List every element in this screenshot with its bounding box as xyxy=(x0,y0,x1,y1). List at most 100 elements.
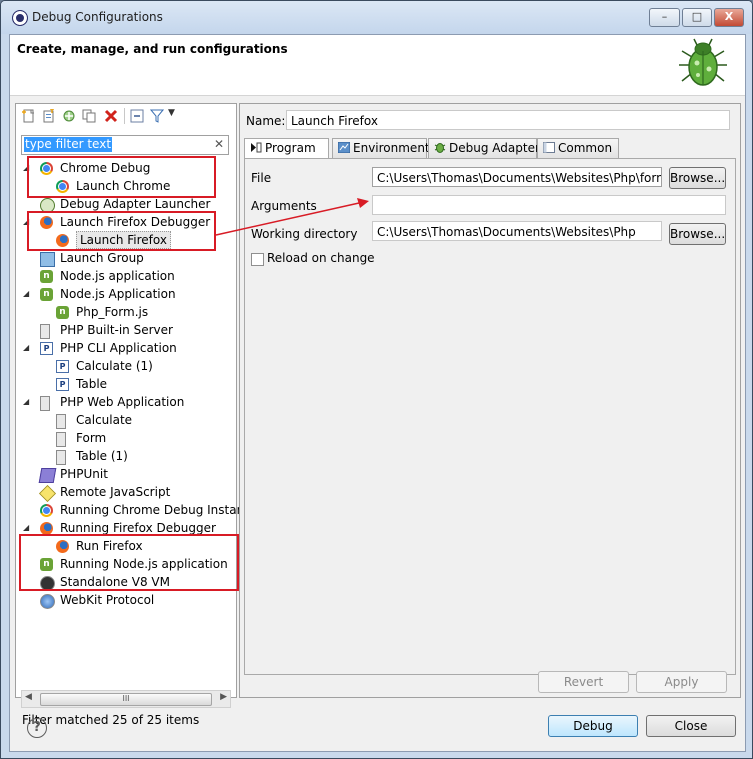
header-title: Create, manage, and run configurations xyxy=(17,42,288,56)
expand-toggle-icon[interactable]: ◢ xyxy=(23,285,31,303)
tree-item[interactable]: Calculate xyxy=(16,411,236,429)
window-title: Debug Configurations xyxy=(32,10,163,24)
tree-item-label: Calculate (1) xyxy=(76,359,153,373)
tree-item-label: PHPUnit xyxy=(60,467,108,481)
scroll-left-icon[interactable]: ◀ xyxy=(25,692,32,702)
tab-label: Common xyxy=(558,141,613,155)
scroll-right-icon[interactable]: ▶ xyxy=(220,692,227,702)
chrome-icon xyxy=(40,504,53,517)
tab-environment[interactable]: Environment xyxy=(332,138,430,158)
tree-item[interactable]: ◢ P PHP CLI Application xyxy=(16,339,236,357)
expand-toggle-icon[interactable]: ◢ xyxy=(23,393,31,411)
phpunit-icon xyxy=(38,468,57,483)
tree-item[interactable]: Running Chrome Debug Instanc xyxy=(16,501,251,519)
tree-item[interactable]: Form xyxy=(16,429,236,447)
file-field[interactable]: C:\Users\Thomas\Documents\Websites\Php\f… xyxy=(372,167,662,187)
new-configuration-icon[interactable] xyxy=(22,109,36,123)
working-directory-label: Working directory xyxy=(251,227,358,241)
tree-item[interactable]: n Php_Form.js xyxy=(16,303,236,321)
file-label: File xyxy=(251,171,272,185)
tree-item[interactable]: P Calculate (1) xyxy=(16,357,236,375)
horizontal-scrollbar[interactable]: ◀ III ▶ xyxy=(21,690,231,708)
expand-toggle-icon[interactable]: ◢ xyxy=(23,339,31,357)
export-icon[interactable] xyxy=(62,109,76,123)
filter-icon[interactable] xyxy=(150,109,164,123)
configuration-tree-panel: ▼ type filter text ✕ ◢ Chrome Debug Launch… xyxy=(15,103,251,727)
tree-item[interactable]: n Node.js application xyxy=(16,267,236,285)
browse-file-button[interactable]: Browse... xyxy=(669,167,726,189)
tree-item[interactable]: Launch Group xyxy=(16,249,236,267)
tree-item-label: Launch Group xyxy=(60,251,144,265)
toolbar-separator xyxy=(124,108,125,124)
debug-configurations-window: Debug Configurations – □ X Create, manag… xyxy=(0,0,753,759)
name-field[interactable]: Launch Firefox xyxy=(286,110,730,130)
group-icon xyxy=(40,252,55,267)
tree-item-label: PHP CLI Application xyxy=(60,341,177,355)
dialog-body: Create, manage, and run configurations ▼ xyxy=(9,34,746,752)
close-button[interactable]: Close xyxy=(646,715,736,737)
tree-item-label: PHP Web Application xyxy=(60,395,185,409)
tree-item-label: WebKit Protocol xyxy=(60,593,155,607)
highlight-launch-firefox-debugger xyxy=(27,211,216,251)
tree-item-label: PHP Built-in Server xyxy=(60,323,173,337)
highlight-running-debuggers xyxy=(19,534,239,591)
help-icon[interactable]: ? xyxy=(27,718,47,738)
js-icon xyxy=(39,485,56,502)
maximize-button[interactable]: □ xyxy=(682,8,712,27)
title-bar[interactable]: Debug Configurations – □ X xyxy=(1,1,752,34)
debug-adapter-tab-icon xyxy=(434,140,446,153)
filter-input[interactable]: type filter text ✕ xyxy=(21,135,229,155)
minimize-button[interactable]: – xyxy=(649,8,680,27)
node-icon: n xyxy=(56,306,69,319)
tab-debug-adapter[interactable]: Debug Adapter xyxy=(428,138,540,158)
common-tab-icon xyxy=(543,140,555,153)
working-directory-field[interactable]: C:\Users\Thomas\Documents\Websites\Php xyxy=(372,221,662,241)
browse-working-directory-button[interactable]: Browse... xyxy=(669,223,726,245)
environment-tab-icon xyxy=(337,140,351,154)
filter-input-text[interactable]: type filter text xyxy=(24,137,113,152)
collapse-all-icon[interactable] xyxy=(130,109,144,123)
arguments-field[interactable] xyxy=(372,195,726,215)
revert-button[interactable]: Revert xyxy=(538,671,629,693)
clear-filter-icon[interactable]: ✕ xyxy=(214,137,224,151)
tree-item[interactable]: WebKit Protocol xyxy=(16,591,236,609)
php-server-icon xyxy=(56,432,66,447)
tree-item[interactable]: PHP Built-in Server xyxy=(16,321,236,339)
eclipse-icon xyxy=(12,10,28,26)
tree-item-label: Node.js application xyxy=(60,269,175,283)
tree-item-label: Node.js Application xyxy=(60,287,176,301)
tree-item[interactable]: Remote JavaScript xyxy=(16,483,236,502)
php-server-icon xyxy=(40,396,50,411)
new-prototype-icon[interactable] xyxy=(42,109,56,123)
tree-item-label: Table xyxy=(76,377,108,391)
tree-item[interactable]: P Table xyxy=(16,375,236,393)
tree-item-label: Calculate xyxy=(76,413,133,427)
reload-on-change-checkbox[interactable] xyxy=(251,253,264,266)
duplicate-icon[interactable] xyxy=(82,109,96,123)
tree-item-label: Running Chrome Debug Instanc xyxy=(60,503,251,517)
tree-item[interactable]: ◢ n Node.js Application xyxy=(16,285,236,303)
filter-status: Filter matched 25 of 25 items xyxy=(22,713,200,727)
tree-item[interactable]: ◢ PHP Web Application xyxy=(16,393,236,411)
tree-item[interactable]: Table (1) xyxy=(16,447,236,465)
tree-item[interactable]: PHPUnit xyxy=(16,465,236,483)
apply-button[interactable]: Apply xyxy=(636,671,727,693)
php-icon: P xyxy=(56,378,69,391)
php-server-icon xyxy=(56,414,66,429)
tree-item-label: Php_Form.js xyxy=(76,305,149,319)
php-server-icon xyxy=(56,450,66,465)
view-menu-chevron-down-icon[interactable]: ▼ xyxy=(168,108,175,118)
tab-label: Debug Adapter xyxy=(449,141,540,155)
highlight-chrome-debug xyxy=(27,156,216,198)
debug-button[interactable]: Debug xyxy=(548,715,638,737)
delete-icon[interactable] xyxy=(104,109,118,123)
tab-label: Environment xyxy=(353,141,430,155)
close-window-button[interactable]: X xyxy=(714,8,744,27)
reload-on-change-label: Reload on change xyxy=(267,251,375,265)
debug-bug-icon xyxy=(679,38,727,86)
dialog-header: Create, manage, and run configurations xyxy=(10,35,745,96)
tab-program[interactable]: Program xyxy=(244,138,329,159)
arguments-label: Arguments xyxy=(251,199,317,213)
scroll-thumb[interactable]: III xyxy=(40,693,212,706)
tab-common[interactable]: Common xyxy=(537,138,619,158)
